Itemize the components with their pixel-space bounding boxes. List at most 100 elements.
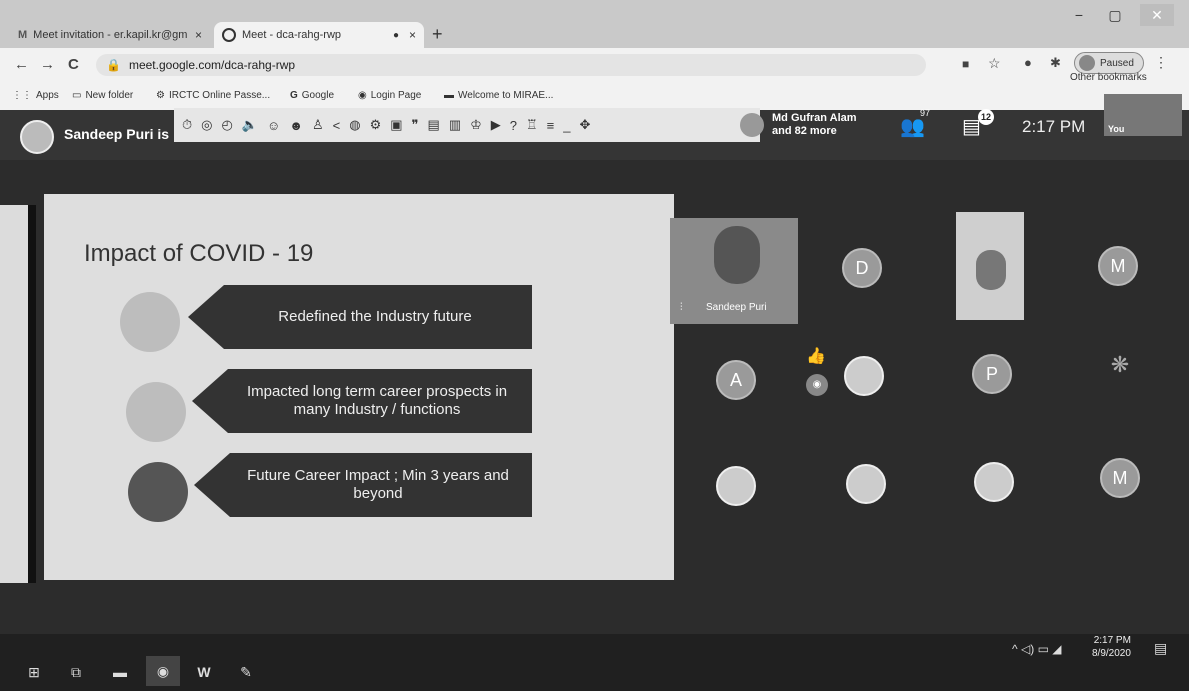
person-icon[interactable]: ♙ — [312, 117, 324, 133]
speaker-icon[interactable]: 🔈 — [242, 117, 258, 133]
slide-title: Impact of COVID - 19 — [84, 240, 314, 267]
bullet-circle — [126, 382, 186, 442]
bookmark-google[interactable]: G Google — [290, 90, 334, 101]
tab-meet[interactable]: Meet - dca-rahg-rwp ● × — [214, 22, 424, 48]
close-tab-icon[interactable]: × — [195, 28, 202, 42]
avatar — [740, 113, 764, 137]
document-icon[interactable]: ▥ — [449, 117, 461, 133]
word-icon[interactable]: W — [194, 664, 214, 682]
bookmark-new-folder[interactable]: ▭ New folder — [72, 90, 133, 101]
minimize-button[interactable]: − — [1062, 4, 1096, 26]
file-explorer-icon[interactable]: ▬ — [110, 664, 130, 682]
system-tray[interactable]: ^ ◁) ▭ ◢ — [1012, 642, 1061, 656]
settings-icon[interactable]: ⚙ — [370, 117, 382, 133]
bookmark-label: New folder — [85, 90, 134, 101]
participant-name: Sandeep Puri — [706, 302, 767, 313]
other-participants[interactable]: Md Gufran Alam and 82 more — [740, 112, 857, 138]
participant-video — [976, 250, 1006, 290]
chat-count-badge: 12 — [978, 109, 994, 125]
participant-photo-avatar[interactable] — [716, 466, 756, 506]
previous-slide-strip — [0, 205, 28, 583]
volume-icon[interactable]: ◁) — [1021, 642, 1034, 656]
window-close-button[interactable]: ✕ — [1140, 4, 1174, 26]
timer-icon[interactable]: ⏱ — [182, 117, 192, 133]
participant-photo-avatar[interactable] — [974, 462, 1014, 502]
slide-point-arrow: Future Career Impact ; Min 3 years and b… — [194, 453, 532, 517]
puzzle-icon[interactable]: ✱ — [1050, 55, 1061, 71]
trophy-icon[interactable]: ♖ — [526, 117, 538, 133]
others-name: Md Gufran Alam — [772, 112, 857, 124]
chevron-up-icon[interactable]: ^ — [1012, 642, 1018, 656]
chat-bubble-icon[interactable]: ◍ — [349, 117, 360, 133]
participant-initial-avatar[interactable]: M — [1100, 458, 1140, 498]
participant-photo-avatar[interactable] — [846, 464, 886, 504]
user-icon[interactable]: ♔ — [470, 117, 482, 133]
url-bar[interactable]: 🔒 meet.google.com/dca-rahg-rwp — [96, 54, 926, 76]
tab-meet-invitation[interactable]: M Meet invitation - er.kapil.kr@gm × — [10, 22, 210, 48]
bookmark-label: Welcome to MIRAE... — [458, 90, 554, 101]
help-icon[interactable]: ? — [510, 118, 517, 133]
list-icon[interactable]: ≡ — [547, 118, 555, 133]
calendar-icon[interactable]: ▣ — [390, 117, 402, 133]
others-count: and 82 more — [772, 125, 837, 137]
chrome-icon[interactable]: ◉ — [146, 656, 180, 686]
wifi-icon[interactable]: ◢ — [1052, 642, 1061, 656]
participant-initial-avatar[interactable]: D — [842, 248, 882, 288]
paint-icon[interactable]: ✎ — [236, 664, 256, 682]
quote-icon[interactable]: ❞ — [412, 117, 419, 133]
bullet-circle — [120, 292, 180, 352]
participant-initial-avatar[interactable]: P — [972, 354, 1012, 394]
reload-button[interactable]: C — [68, 56, 79, 73]
task-view-icon[interactable]: ⧉ — [66, 664, 86, 682]
minimize-icon[interactable]: _ — [563, 118, 570, 133]
recording-dot-icon: ● — [392, 29, 399, 41]
bookmark-label: Google — [301, 90, 335, 101]
decorative-avatar[interactable]: ❋ — [1100, 352, 1140, 392]
forward-button[interactable]: → — [40, 56, 55, 73]
extension-icon[interactable]: ● — [1024, 55, 1032, 70]
camera-icon[interactable]: ■ — [962, 57, 969, 71]
presenter-banner: Sandeep Puri is — [64, 126, 170, 142]
slide-point-text: Future Career Impact ; Min 3 years and b… — [247, 467, 509, 502]
battery-icon[interactable]: ▭ — [1038, 642, 1049, 656]
avatar-initial: P — [985, 363, 998, 384]
emoji-icon[interactable]: ☺ — [267, 118, 280, 133]
bookmark-label: Login Page — [370, 90, 422, 101]
bookmark-label: Apps — [36, 90, 59, 101]
play-icon[interactable]: ▶ — [491, 117, 501, 133]
slide-point-text: Redefined the Industry future — [278, 308, 472, 325]
new-tab-button[interactable]: + — [432, 24, 443, 45]
eye-icon[interactable]: ◎ — [201, 117, 212, 133]
meet-icon — [222, 28, 236, 42]
bookmark-login-page[interactable]: ◉ Login Page — [358, 90, 421, 101]
move-icon[interactable]: ✥ — [580, 117, 591, 133]
share-icon[interactable]: < — [333, 118, 341, 133]
system-date: 8/9/2020 — [1092, 648, 1131, 659]
windows-start-icon[interactable]: ⊞ — [24, 664, 44, 682]
bullet-circle — [128, 462, 188, 522]
emoji2-icon[interactable]: ☻ — [289, 118, 303, 133]
maximize-button[interactable]: ▢ — [1098, 4, 1132, 26]
other-bookmarks[interactable]: Other bookmarks — [1070, 72, 1147, 83]
participant-photo-avatar[interactable] — [844, 356, 884, 396]
lock-icon: 🔒 — [106, 58, 121, 72]
bookmark-apps[interactable]: ⋮⋮ Apps — [12, 90, 59, 101]
menu-button[interactable]: ⋮ — [1154, 54, 1168, 71]
bookmark-irctc[interactable]: ⚙ IRCTC Online Passe... — [156, 90, 270, 101]
star-icon[interactable]: ☆ — [988, 55, 1001, 72]
notification-icon[interactable]: ▤ — [1154, 640, 1167, 657]
back-button[interactable]: ← — [14, 56, 29, 73]
irctc-icon: ⚙ — [156, 90, 165, 101]
participant-initial-avatar[interactable]: M — [1098, 246, 1138, 286]
bookmark-mirae[interactable]: ▬ Welcome to MIRAE... — [444, 90, 553, 101]
gmail-icon: M — [18, 29, 28, 41]
participant-video — [714, 226, 760, 284]
thumbs-up-icon: 👍 — [806, 348, 826, 365]
profile-button[interactable]: Paused — [1074, 52, 1144, 74]
caption-icon[interactable]: ▤ — [428, 117, 440, 133]
close-tab-icon[interactable]: × — [409, 28, 416, 42]
bookmark-label: IRCTC Online Passe... — [168, 90, 271, 101]
system-clock[interactable]: 2:17 PM 8/9/2020 — [1092, 634, 1131, 660]
participant-initial-avatar[interactable]: A — [716, 360, 756, 400]
clock-icon[interactable]: ◴ — [221, 117, 232, 133]
